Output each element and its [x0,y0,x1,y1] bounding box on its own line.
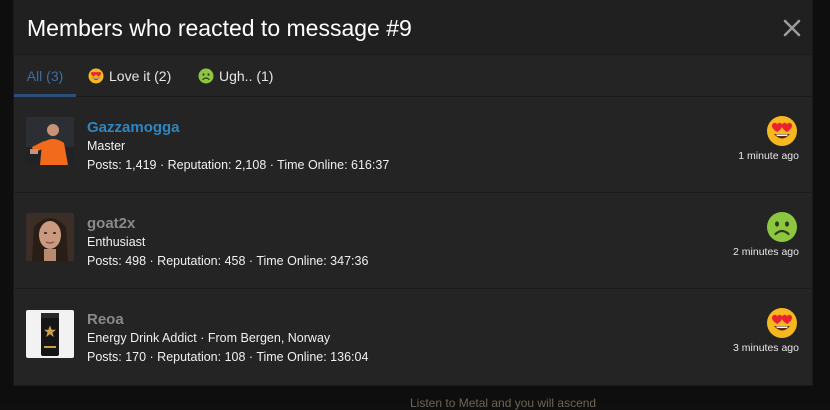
avatar[interactable] [26,310,74,358]
sick-face-emoji-icon [198,68,214,84]
user-title: Enthusiast [87,235,146,249]
user-stats: Posts: 1,419 · Reputation: 2,108 · Time … [87,158,390,172]
reactions-modal: Members who reacted to message #9 All (3… [13,0,813,386]
user-title: Energy Drink Addict · From Bergen, Norwa… [87,331,331,345]
reaction-time: 3 minutes ago [733,342,799,354]
tab-all-label: All (3) [26,68,64,84]
member-row: Reoa Energy Drink Addict · From Bergen, … [14,289,812,385]
avatar[interactable] [26,117,74,165]
reaction-time: 1 minute ago [738,150,799,162]
heart-eyes-emoji-icon [766,115,798,147]
sick-face-emoji-icon [766,211,798,243]
member-row: Gazzamogga Master Posts: 1,419 · Reputat… [14,97,812,193]
heart-eyes-emoji-icon [766,307,798,339]
heart-eyes-emoji-icon [88,68,104,84]
tab-love-it[interactable]: Love it (2) [88,55,171,96]
tab-ugh[interactable]: Ugh.. (1) [198,55,273,96]
close-icon [783,19,801,37]
modal-header: Members who reacted to message #9 [14,0,812,55]
username-link[interactable]: goat2x [87,215,135,232]
avatar[interactable] [26,213,74,261]
user-stats: Posts: 170 · Reputation: 108 · Time Onli… [87,350,369,364]
tab-ugh-label: Ugh.. (1) [219,67,274,84]
background-signature-text: Listen to Metal and you will ascend [410,396,597,410]
tab-all[interactable]: All (3) [14,55,76,97]
tab-love-it-label: Love it (2) [109,67,172,84]
username-link[interactable]: Gazzamogga [87,119,180,136]
user-title: Master [87,139,126,153]
user-stats: Posts: 498 · Reputation: 458 · Time Onli… [87,254,369,268]
username-link[interactable]: Reoa [87,311,124,328]
member-row: goat2x Enthusiast Posts: 498 · Reputatio… [14,193,812,289]
close-button[interactable] [778,14,806,42]
modal-title: Members who reacted to message #9 [27,15,412,41]
reaction-time: 2 minutes ago [733,246,799,258]
reaction-tabs: All (3) Love it (2) Ugh.. (1) [14,55,812,97]
